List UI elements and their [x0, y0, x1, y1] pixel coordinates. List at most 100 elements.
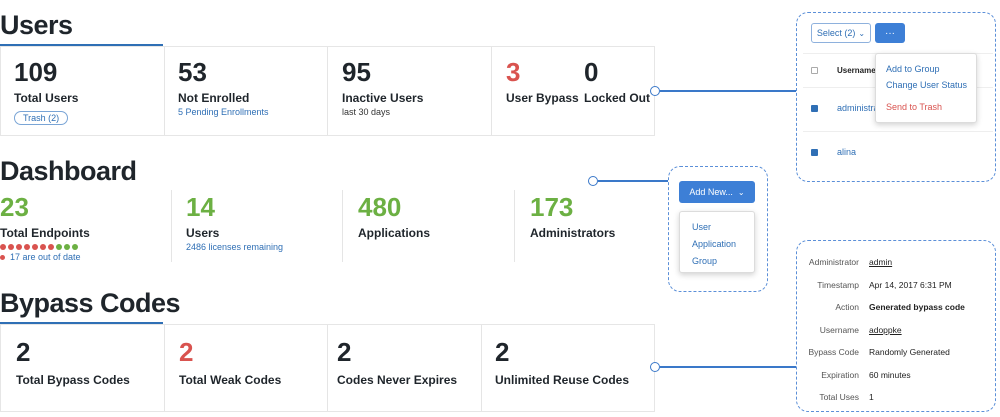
detail-value: 1 [869, 392, 874, 403]
bypass-stats-card: 2 Total Bypass Codes 2 Total Weak Codes … [0, 324, 655, 412]
detail-value: Apr 14, 2017 6:31 PM [869, 279, 952, 290]
stat-user-bypass[interactable]: 3 User Bypass [506, 59, 579, 147]
detail-row: Expiration 60 minutes [803, 364, 993, 387]
menu-new-group[interactable]: Group [692, 256, 717, 266]
detail-key: Bypass Code [808, 347, 859, 358]
stat-value: 173 [530, 192, 574, 222]
detail-key: Administrator [808, 257, 859, 268]
row-checkbox[interactable] [811, 105, 818, 112]
stat-value: 2 [495, 337, 510, 367]
connector-line [660, 366, 796, 368]
detail-value[interactable]: adoppke [869, 325, 902, 335]
stat-total-users[interactable]: 109 Total Users Trash (2) [14, 59, 78, 147]
more-actions-button[interactable]: ··· [875, 23, 905, 43]
connector-knob [588, 176, 598, 186]
connector-knob [650, 362, 660, 372]
detail-row: Action Generated bypass code [803, 296, 993, 319]
detail-key: Total Uses [819, 392, 859, 403]
detail-value[interactable]: admin [869, 257, 892, 267]
stat-label: Codes Never Expires [337, 373, 458, 387]
endpoint-status-dots [0, 243, 90, 250]
row-username[interactable]: administra [837, 103, 879, 113]
dashboard-title: Dashboard [0, 156, 137, 186]
add-new-label: Add New... [689, 187, 733, 197]
menu-add-to-group[interactable]: Add to Group [886, 64, 940, 74]
stat-value: 53 [178, 57, 207, 87]
stat-total-weak-codes[interactable]: 2 Total Weak Codes [179, 339, 281, 417]
connector-line [660, 90, 796, 92]
pending-enrollments-link[interactable]: 5 Pending Enrollments [178, 107, 269, 117]
stat-value: 14 [186, 192, 215, 222]
stat-total-endpoints[interactable]: 23 Total Endpoints 17 are out of date [0, 194, 90, 274]
bypass-codes-title: Bypass Codes [0, 288, 181, 318]
detail-key: Username [819, 324, 859, 335]
stat-unlimited-reuse-codes[interactable]: 2 Unlimited Reuse Codes [495, 339, 629, 417]
detail-row: Administrator admin [803, 251, 993, 274]
stat-value: 2 [179, 337, 194, 367]
stat-label: Unlimited Reuse Codes [495, 373, 630, 387]
stat-label: User Bypass [506, 91, 579, 105]
stat-value: 0 [584, 57, 599, 87]
row-username[interactable]: alina [837, 147, 856, 157]
users-title: Users [0, 10, 73, 40]
stat-label: Total Users [14, 91, 79, 105]
stat-value: 95 [342, 57, 371, 87]
trash-pill[interactable]: Trash (2) [14, 111, 69, 125]
detail-value: Randomly Generated [869, 347, 950, 358]
stat-label: Locked Out [584, 91, 651, 105]
menu-change-user-status[interactable]: Change User Status [886, 80, 967, 90]
add-new-panel: Add New... ⌄ User Application Group [668, 166, 768, 292]
stat-value: 3 [506, 57, 521, 87]
detail-row: Timestamp Apr 14, 2017 6:31 PM [803, 274, 993, 297]
stat-label: Total Weak Codes [179, 373, 282, 387]
stat-administrators[interactable]: 173 Administrators [530, 194, 615, 274]
select-panel: Select (2) ⌄ ··· Username administra ali… [796, 12, 996, 182]
detail-key: Timestamp [817, 279, 859, 290]
stat-value: 23 [0, 192, 29, 222]
out-of-date-link[interactable]: 17 are out of date [10, 252, 81, 262]
stat-label: Applications [358, 226, 431, 240]
stat-sub: last 30 days [342, 107, 391, 117]
menu-new-user[interactable]: User [692, 222, 711, 232]
stat-applications[interactable]: 480 Applications [358, 194, 430, 274]
detail-row: Username adoppke [803, 319, 993, 342]
detail-value: Generated bypass code [869, 302, 965, 313]
stat-label: Total Bypass Codes [16, 373, 130, 387]
menu-new-application[interactable]: Application [692, 239, 736, 249]
stat-label: Inactive Users [342, 91, 424, 105]
row-checkbox[interactable] [811, 149, 818, 156]
select-dropdown-button[interactable]: Select (2) ⌄ [811, 23, 871, 43]
stat-label: Not Enrolled [178, 91, 250, 105]
detail-row: Total Uses 1 [803, 386, 993, 409]
add-new-button[interactable]: Add New... ⌄ [679, 181, 755, 203]
stat-label: Users [186, 226, 220, 240]
stat-total-bypass-codes[interactable]: 2 Total Bypass Codes [16, 339, 130, 417]
select-all-checkbox[interactable] [811, 67, 818, 74]
connector-line [598, 180, 668, 182]
licenses-remaining: 2486 licenses remaining [186, 242, 284, 252]
select-label: Select (2) [816, 28, 856, 38]
menu-send-to-trash[interactable]: Send to Trash [886, 102, 942, 112]
bypass-details-panel: Administrator admin Timestamp Apr 14, 2017 … [796, 240, 996, 412]
stat-codes-never-expires[interactable]: 2 Codes Never Expires [337, 339, 457, 417]
stat-value: 109 [14, 57, 58, 87]
users-stats-card: 109 Total Users Trash (2) 53 Not Enrolle… [0, 46, 655, 136]
out-of-date-dot-icon [0, 254, 5, 260]
stat-dashboard-users[interactable]: 14 Users 2486 licenses remaining [186, 194, 283, 274]
stat-value: 2 [337, 337, 352, 367]
more-icon: ··· [885, 27, 895, 39]
detail-key: Expiration [821, 369, 859, 380]
detail-value: 60 minutes [869, 369, 911, 380]
stat-locked-out[interactable]: 0 Locked Out [584, 59, 650, 147]
stat-value: 480 [358, 192, 402, 222]
username-column-header[interactable]: Username [837, 66, 876, 75]
stat-label: Administrators [530, 226, 616, 240]
stat-value: 2 [16, 337, 31, 367]
detail-key: Action [835, 302, 859, 313]
stat-not-enrolled[interactable]: 53 Not Enrolled 5 Pending Enrollments [178, 59, 269, 147]
more-actions-menu: Add to Group Change User Status Send to … [875, 53, 977, 123]
stat-inactive-users[interactable]: 95 Inactive Users last 30 days [342, 59, 423, 147]
add-new-menu: User Application Group [679, 211, 755, 273]
dashboard-stats: 23 Total Endpoints 17 are out of date 14… [0, 186, 655, 266]
chevron-down-icon: ⌄ [737, 187, 745, 197]
